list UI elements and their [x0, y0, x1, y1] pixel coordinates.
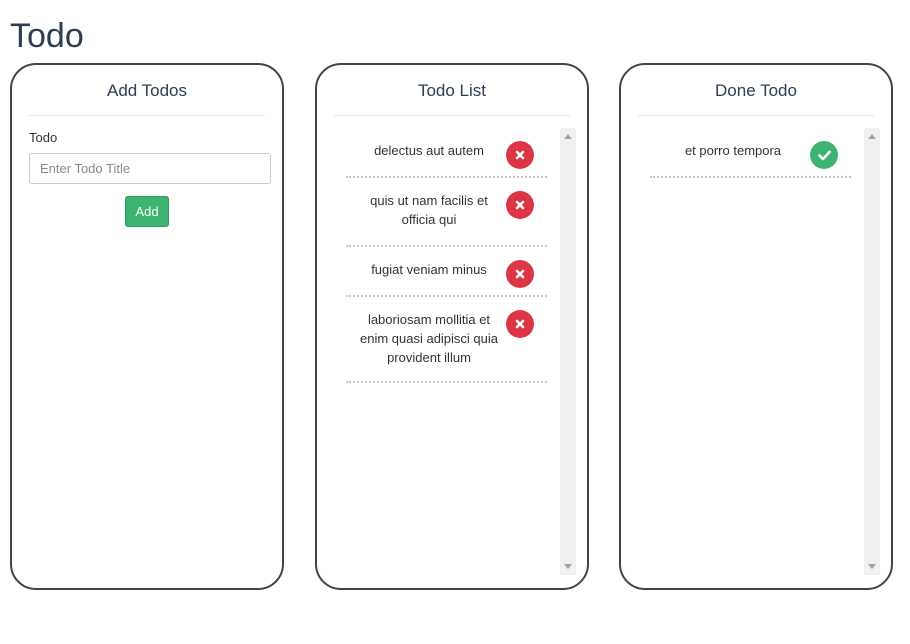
todo-list-scroll-area: delectus aut autem quis ut nam facilis e…	[334, 128, 576, 575]
todo-list-header: Todo List	[334, 65, 570, 116]
delete-button[interactable]	[506, 191, 534, 219]
todo-title-input[interactable]	[29, 153, 271, 184]
page-title: Todo	[10, 17, 84, 55]
delete-x-icon	[515, 269, 525, 279]
done-item-text: et porro tempora	[684, 143, 782, 158]
done-item: et porro tempora	[650, 128, 851, 178]
scroll-down-arrow-icon[interactable]	[564, 564, 572, 569]
scroll-down-arrow-icon[interactable]	[868, 564, 876, 569]
delete-button[interactable]	[506, 141, 534, 169]
delete-button[interactable]	[506, 310, 534, 338]
scroll-up-arrow-icon[interactable]	[868, 134, 876, 139]
todo-list-scrollbar[interactable]	[560, 128, 576, 575]
todo-list-panel: Todo List delectus aut autem quis ut nam…	[315, 63, 589, 590]
todo-item-text: laboriosam mollitia et enim quasi adipis…	[359, 312, 499, 365]
todo-item: quis ut nam facilis et officia qui	[346, 178, 547, 247]
delete-x-icon	[515, 150, 525, 160]
delete-x-icon	[515, 319, 525, 329]
check-icon	[817, 150, 831, 160]
done-todo-panel: Done Todo et porro tempora	[619, 63, 893, 590]
delete-button[interactable]	[506, 260, 534, 288]
done-list-scrollbar[interactable]	[864, 128, 880, 575]
todo-item-text: delectus aut autem	[374, 143, 484, 158]
todo-item: fugiat veniam minus	[346, 247, 547, 297]
add-todos-header: Add Todos	[29, 65, 265, 116]
todo-item: delectus aut autem	[346, 128, 547, 178]
done-list: et porro tempora	[650, 128, 851, 178]
todo-item: laboriosam mollitia et enim quasi adipis…	[346, 297, 547, 383]
done-todo-header: Done Todo	[638, 65, 874, 116]
done-list-scroll-area: et porro tempora	[638, 128, 880, 575]
scroll-up-arrow-icon[interactable]	[564, 134, 572, 139]
todo-item-text: quis ut nam facilis et officia qui	[370, 193, 488, 227]
delete-x-icon	[515, 200, 525, 210]
add-todos-panel: Add Todos Todo Add	[10, 63, 284, 590]
todo-field-label: Todo	[29, 130, 58, 145]
mark-done-button[interactable]	[810, 141, 838, 169]
todo-item-text: fugiat veniam minus	[371, 262, 487, 277]
add-button[interactable]: Add	[125, 196, 169, 227]
todo-list: delectus aut autem quis ut nam facilis e…	[346, 128, 547, 383]
